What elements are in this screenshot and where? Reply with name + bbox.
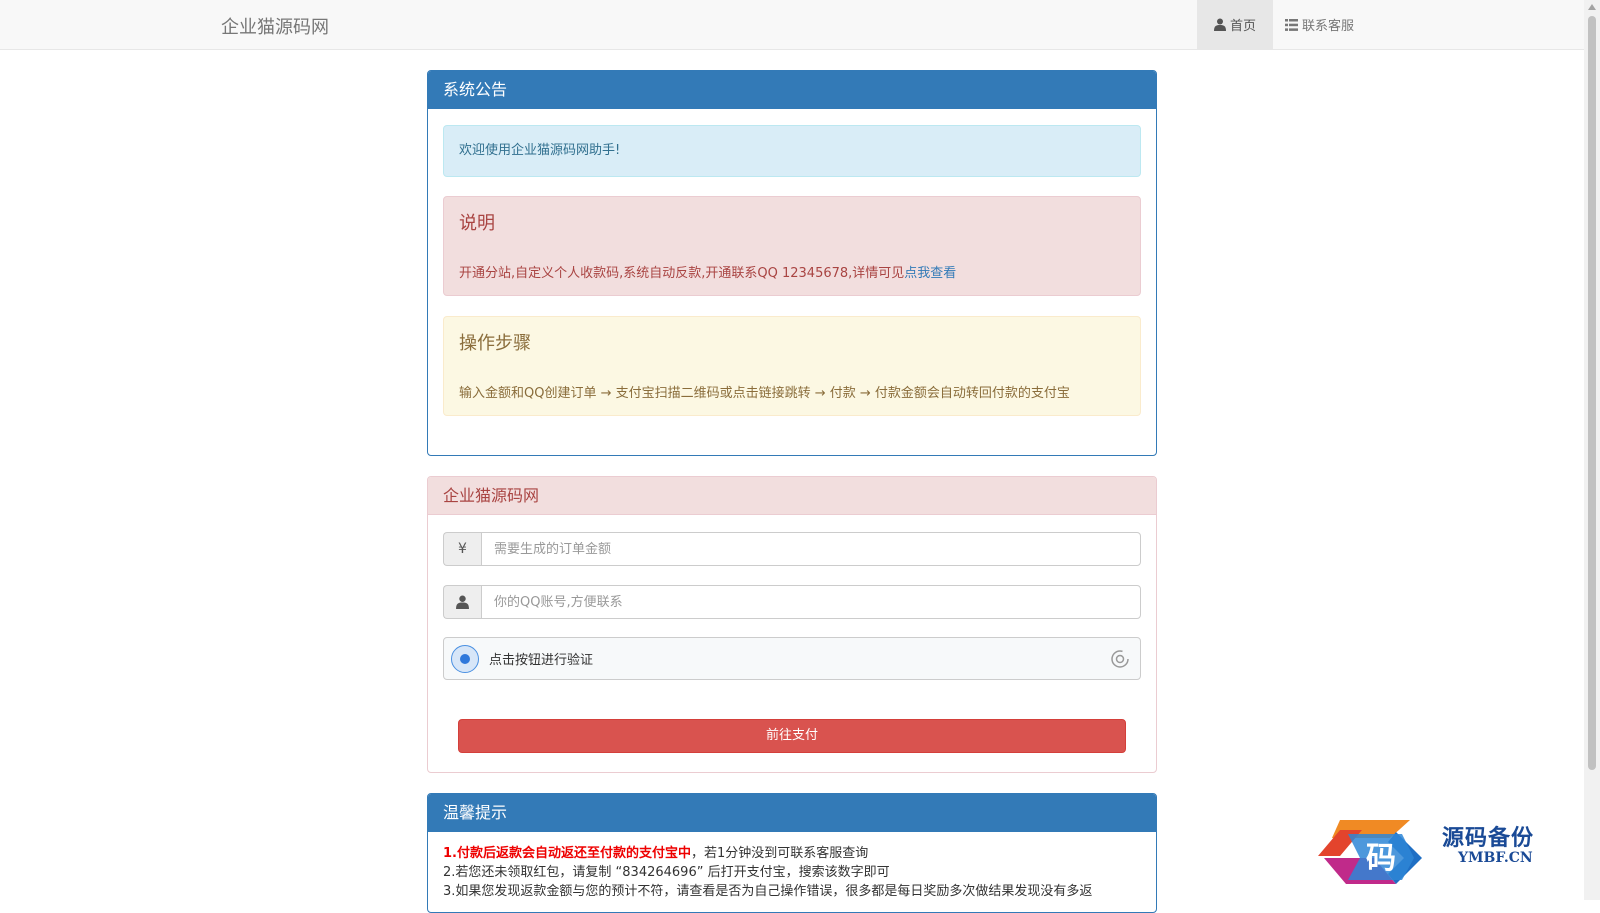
captcha-label: 点击按钮进行验证 [489,653,594,668]
tips-panel-title: 温馨提示 [428,794,1156,832]
amount-input[interactable] [481,532,1141,566]
watermark-logo: 码 源码备份 YMBF.CN [1318,818,1578,892]
user-addon [443,585,481,619]
notice-panel: 系统公告 欢迎使用企业猫源码网助手! 说明 开通分站,自定义个人收款码,系统自动… [427,70,1157,456]
user-icon [456,595,469,609]
go-pay-button[interactable]: 前往支付 [458,719,1126,753]
tips-list: 1.付款后返款会自动返还至付款的支付宝中，若1分钟没到可联系客服查询 2.若您还… [443,844,1092,901]
description-alert: 说明 开通分站,自定义个人收款码,系统自动反款,开通联系QQ 12345678,… [443,196,1141,296]
captcha-verify-button[interactable]: 点击按钮进行验证 [443,637,1141,680]
nav-home-label: 首页 [1229,19,1256,34]
tips-panel: 温馨提示 1.付款后返款会自动返还至付款的支付宝中，若1分钟没到可联系客服查询 … [427,793,1157,913]
nav-home[interactable]: 首页 [1197,0,1273,49]
view-details-link[interactable]: 点我查看 [904,266,956,281]
watermark-emblem-icon: 码 [1318,820,1422,884]
yen-icon: ¥ [443,532,481,566]
watermark-en-text: YMBF.CN [1458,850,1533,866]
qq-input-group [443,585,1141,619]
nav-contact-service[interactable]: 联系客服 [1277,0,1395,49]
order-panel: 企业猫源码网 ¥ 点击按钮进行验证 前往支付 [427,476,1157,773]
description-text: 开通分站,自定义个人收款码,系统自动反款,开通联系QQ 12345678,详情可… [459,262,956,281]
captcha-radio-icon[interactable] [451,644,479,673]
top-navbar: 企业猫源码网 首页 联系客服 [0,0,1584,50]
amount-input-group: ¥ [443,532,1141,566]
tip-1-rest: ，若1分钟没到可联系客服查询 [690,846,869,861]
tip-item-3: 3.如果您发现返款金额与您的预计不符，请查看是否为自己操作错误，很多都是每日奖励… [443,884,1093,899]
steps-text: 输入金额和QQ创建订单 → 支付宝扫描二维码或点击链接跳转 → 付款 → 付款金… [459,386,1070,401]
watermark-glyph: 码 [1366,841,1396,876]
nav-contact-service-label: 联系客服 [1302,19,1355,34]
watermark-cn-text: 源码备份 [1442,825,1535,851]
steps-title: 操作步骤 [459,333,531,354]
description-title: 说明 [459,213,495,234]
qq-input[interactable] [481,585,1141,619]
tip-item-2: 2.若您还未领取红包，请复制 “834264696” 后打开支付宝，搜索该数字即… [443,865,890,880]
user-icon [1213,18,1226,31]
scroll-thumb[interactable] [1588,16,1596,770]
tip-item-1: 1.付款后返款会自动返还至付款的支付宝中，若1分钟没到可联系客服查询 [443,844,1092,863]
tip-1-highlight: 1.付款后返款会自动返还至付款的支付宝中 [443,846,691,861]
order-panel-title: 企业猫源码网 [428,477,1156,515]
description-body: 开通分站,自定义个人收款码,系统自动反款,开通联系QQ 12345678,详情可… [459,266,905,281]
notice-panel-title: 系统公告 [428,71,1156,109]
page-scrollbar[interactable] [1584,0,1600,900]
list-icon [1285,18,1298,31]
refresh-icon[interactable] [1110,649,1130,669]
scroll-up-arrow-icon[interactable] [1588,4,1596,10]
steps-alert: 操作步骤 输入金额和QQ创建订单 → 支付宝扫描二维码或点击链接跳转 → 付款 … [443,316,1141,416]
site-brand[interactable]: 企业猫源码网 [221,13,329,39]
welcome-alert: 欢迎使用企业猫源码网助手! [443,125,1141,177]
